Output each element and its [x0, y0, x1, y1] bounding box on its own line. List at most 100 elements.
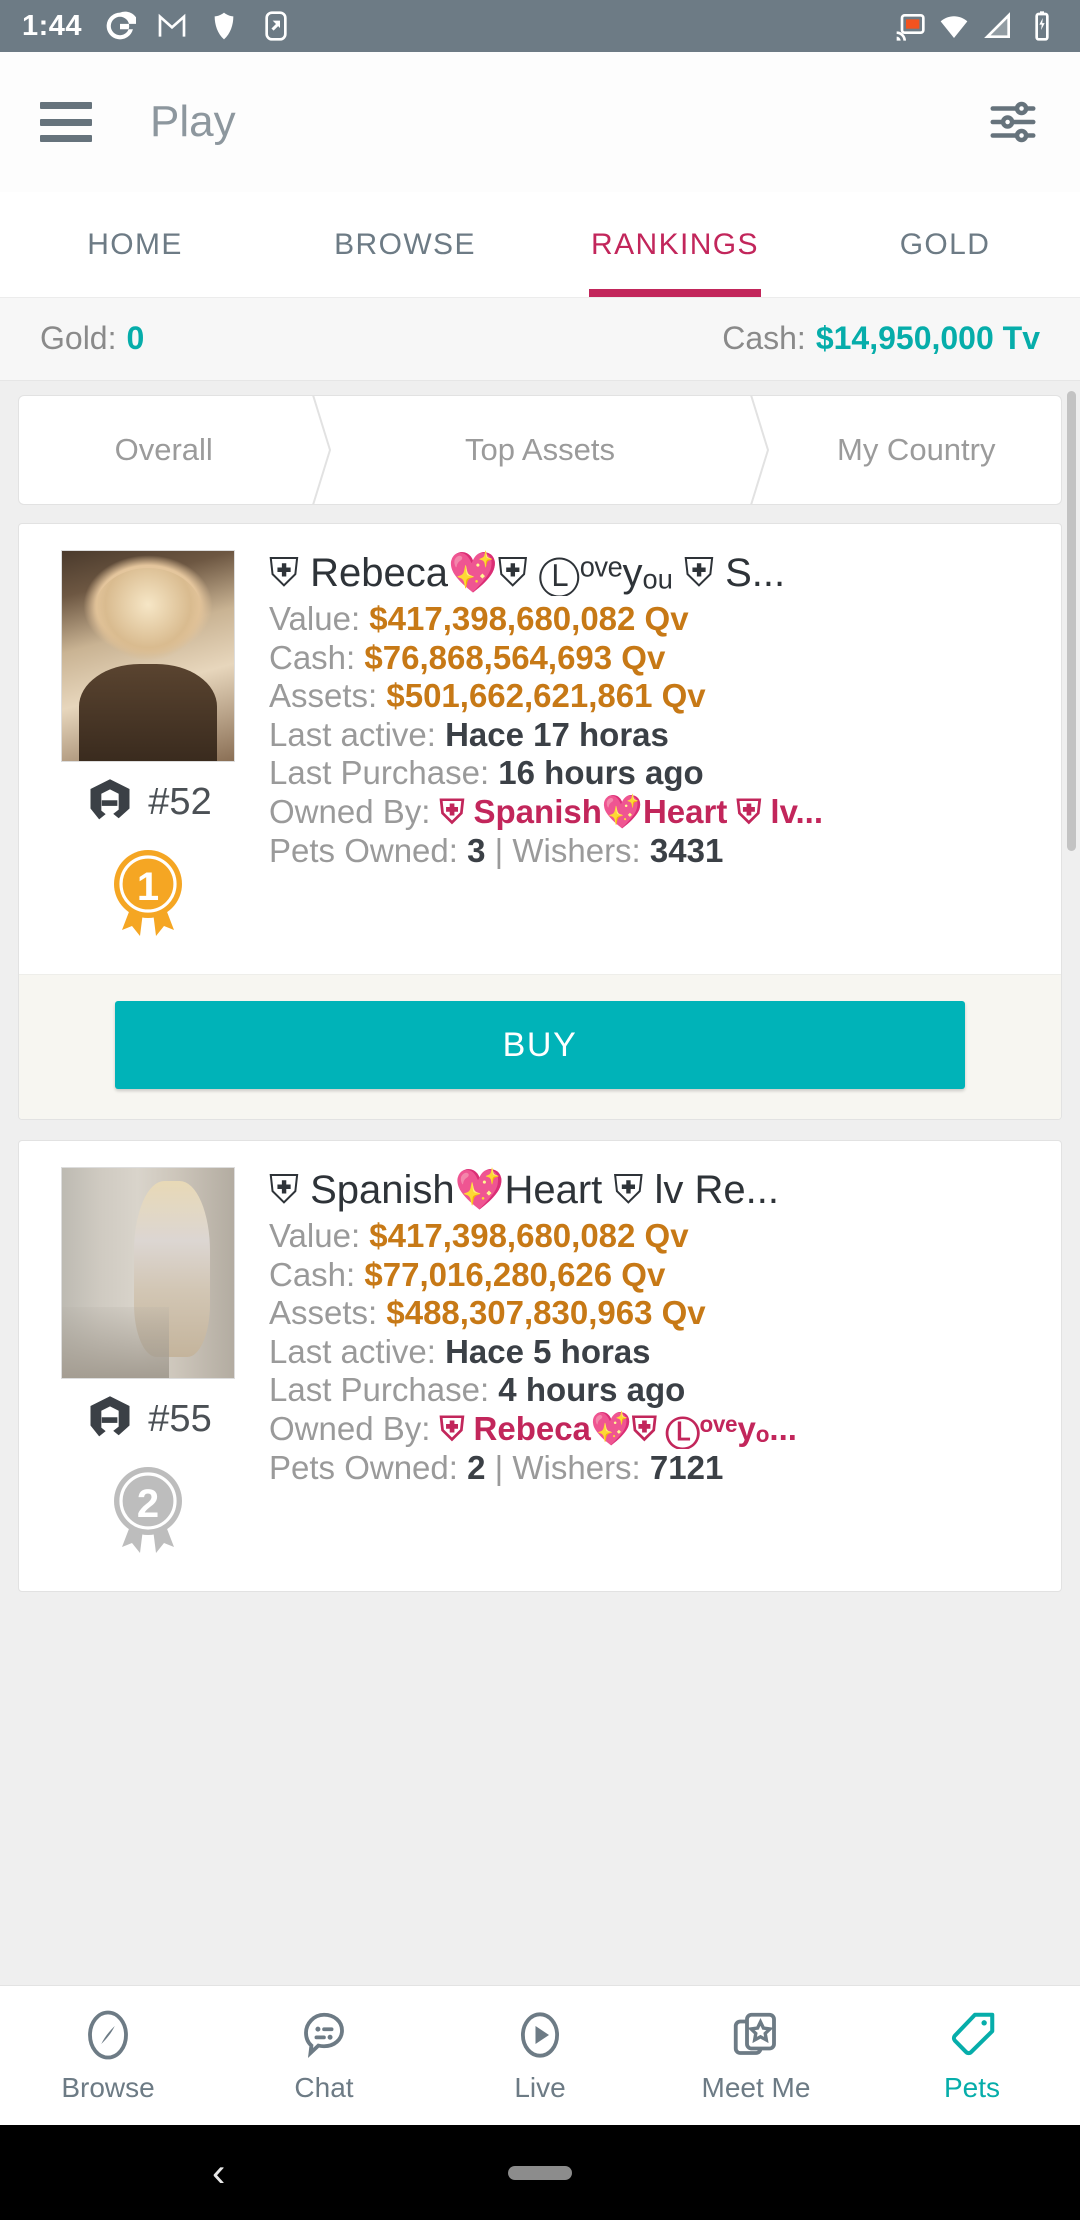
- home-pill-button[interactable]: [508, 2165, 572, 2180]
- main-tabs: HOME BROWSE RANKINGS GOLD: [0, 192, 1080, 297]
- tab-browse[interactable]: BROWSE: [270, 192, 540, 297]
- buy-button-container: BUY: [19, 974, 1061, 1119]
- stat-assets: Assets: $501,662,621,861 Qv: [269, 677, 1039, 716]
- android-system-nav: ‹: [0, 2125, 1080, 2220]
- tab-rankings[interactable]: RANKINGS: [540, 192, 810, 297]
- screenshot-icon: [265, 11, 287, 41]
- nav-label: Live: [514, 2071, 566, 2103]
- stat-amount: $501,662,621,861 Qv: [386, 677, 706, 715]
- cash-label: Cash:: [722, 320, 806, 356]
- buy-button[interactable]: BUY: [115, 1001, 965, 1089]
- stat-value-text: 16 hours ago: [498, 754, 704, 792]
- medal-rank-label: 2: [137, 1482, 159, 1526]
- battery-icon: [1035, 11, 1049, 41]
- stat-value-text: Hace 5 horas: [445, 1332, 651, 1370]
- ranking-card-left: #55 2: [53, 1167, 243, 1569]
- ranking-card[interactable]: #55 2 ⛨ Spanish💖Heart ⛨ lv Re... Value:: [18, 1140, 1062, 1592]
- stat-value-text: Hace 17 horas: [445, 715, 669, 753]
- stat-label: Owned By:: [269, 793, 431, 831]
- tab-gold[interactable]: GOLD: [810, 192, 1080, 297]
- app-bar: Play: [0, 52, 1080, 192]
- ranking-card-body: #52 1 ⛨ Rebeca💖⛨ Ⓛᵒᵛᵉyₒᵤ ⛨ S... Value: $…: [19, 524, 1061, 974]
- ranking-card-right: ⛨ Rebeca💖⛨ Ⓛᵒᵛᵉyₒᵤ ⛨ S... Value: $417,39…: [243, 550, 1039, 952]
- stat-last-active: Last active: Hace 5 horas: [269, 1333, 1039, 1372]
- chevron-right-icon: [312, 395, 332, 505]
- status-bar-left-icons: [104, 10, 292, 42]
- ranking-card-body: #55 2 ⛨ Spanish💖Heart ⛨ lv Re... Value:: [19, 1141, 1061, 1591]
- wishers-count: 7121: [649, 1448, 724, 1486]
- hamburger-menu-icon[interactable]: [40, 102, 92, 142]
- medal-icon: 1: [114, 850, 182, 936]
- owner-username[interactable]: ⛨ Rebeca💖⛨ Ⓛᵒᵛᵉyₒ...: [440, 1410, 797, 1447]
- status-bar-right-icons: [894, 10, 1058, 42]
- segment-overall[interactable]: Overall: [19, 396, 308, 504]
- stat-label: Assets:: [269, 677, 378, 715]
- ranking-filter-segmented-control: Overall Top Assets My Country: [18, 395, 1062, 505]
- segment-divider: [308, 395, 334, 505]
- stat-label: Last active:: [269, 715, 436, 753]
- gmail-icon: [158, 13, 186, 37]
- bottom-navigation: Browse Chat Live Meet Me Pets: [0, 1985, 1080, 2125]
- profile-username[interactable]: ⛨ Spanish💖Heart ⛨ lv Re...: [269, 1167, 1039, 1213]
- avatar[interactable]: [61, 1167, 235, 1379]
- stat-owned-by: Owned By: ⛨ Spanish💖Heart ⛨ lv...: [269, 793, 1039, 832]
- segment-my-country[interactable]: My Country: [772, 396, 1061, 504]
- nav-label: Meet Me: [701, 2071, 811, 2103]
- nav-item-live[interactable]: Live: [432, 2008, 648, 2104]
- stat-pets-wishers: Pets Owned: 2 | Wishers: 7121: [269, 1449, 1039, 1488]
- cash-value: $14,950,000 Tv: [815, 320, 1040, 356]
- ranking-card-right: ⛨ Spanish💖Heart ⛨ lv Re... Value: $417,3…: [243, 1167, 1039, 1569]
- back-button[interactable]: ‹: [212, 2153, 225, 2193]
- stat-owned-by: Owned By: ⛨ Rebeca💖⛨ Ⓛᵒᵛᵉyₒ...: [269, 1410, 1039, 1449]
- ranking-card-left: #52 1: [53, 550, 243, 952]
- pets-owned-count: 2: [467, 1448, 486, 1486]
- stat-label: Pets Owned:: [269, 1448, 458, 1486]
- profile-username[interactable]: ⛨ Rebeca💖⛨ Ⓛᵒᵛᵉyₒᵤ ⛨ S...: [269, 550, 1039, 596]
- wishers-label: | Wishers:: [494, 1448, 641, 1486]
- stat-cash: Cash: $76,868,564,693 Qv: [269, 639, 1039, 678]
- app-root: 1:44 Play HOME BROWSE RANKINGS GOLD Gold…: [0, 0, 1080, 2220]
- stat-pets-wishers: Pets Owned: 3 | Wishers: 3431: [269, 832, 1039, 871]
- vertical-scrollbar[interactable]: [1067, 391, 1076, 851]
- stat-label: Last active:: [269, 1332, 436, 1370]
- stat-label: Cash:: [269, 638, 356, 676]
- avatar[interactable]: [61, 550, 235, 762]
- wishers-count: 3431: [649, 831, 724, 869]
- rank-row: #55: [84, 1393, 212, 1445]
- pets-owned-count: 3: [467, 831, 486, 869]
- compass-icon: [88, 2010, 128, 2059]
- medal-rank-label: 1: [137, 865, 159, 909]
- segment-top-assets[interactable]: Top Assets: [334, 396, 745, 504]
- signal-icon: [984, 12, 1010, 38]
- tune-filter-icon[interactable]: [986, 95, 1040, 149]
- cast-icon: [896, 14, 925, 41]
- wishers-label: | Wishers:: [494, 831, 641, 869]
- stat-value: Value: $417,398,680,082 Qv: [269, 1217, 1039, 1256]
- medal-icon: 2: [114, 1467, 182, 1553]
- nav-label: Browse: [61, 2071, 155, 2103]
- play-circle-icon: [520, 2011, 560, 2058]
- nav-item-chat[interactable]: Chat: [216, 2008, 432, 2104]
- ranking-card[interactable]: #52 1 ⛨ Rebeca💖⛨ Ⓛᵒᵛᵉyₒᵤ ⛨ S... Value: $…: [18, 523, 1062, 1120]
- pet-rank-badge-icon: [90, 1396, 130, 1437]
- nav-label: Pets: [943, 2071, 1001, 2103]
- stat-amount: $417,398,680,082 Qv: [369, 600, 689, 637]
- stat-assets: Assets: $488,307,830,963 Qv: [269, 1294, 1039, 1333]
- stat-label: Assets:: [269, 1294, 378, 1332]
- currency-bar: Gold: 0 Cash: $14,950,000 Tv: [0, 297, 1080, 381]
- segment-divider: [746, 395, 772, 505]
- nav-item-meet-me[interactable]: Meet Me: [648, 2008, 864, 2104]
- rank-row: #52: [84, 776, 212, 828]
- status-bar: 1:44: [0, 0, 1080, 52]
- stat-value: Value: $417,398,680,082 Qv: [269, 600, 1039, 639]
- chat-bubble-icon: [304, 2012, 344, 2058]
- rankings-scroll-area: Overall Top Assets My Country #52 1 ⛨ Re…: [0, 381, 1080, 1985]
- nav-item-pets[interactable]: Pets: [864, 2008, 1080, 2104]
- rank-number: #52: [148, 780, 212, 823]
- stat-label: Pets Owned:: [269, 831, 458, 869]
- owner-username[interactable]: ⛨ Spanish💖Heart ⛨ lv...: [440, 793, 823, 830]
- shield-icon: [214, 12, 234, 40]
- stat-value-text: 4 hours ago: [498, 1371, 686, 1409]
- tab-home[interactable]: HOME: [0, 192, 270, 297]
- nav-item-browse[interactable]: Browse: [0, 2008, 216, 2104]
